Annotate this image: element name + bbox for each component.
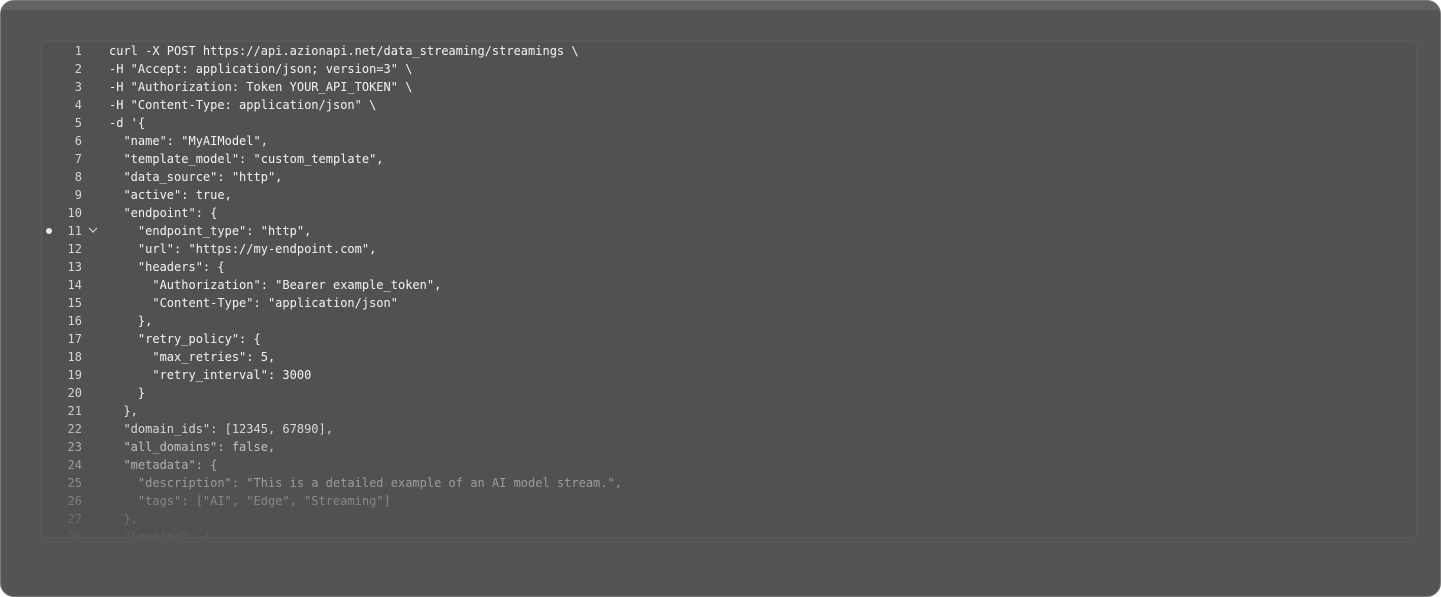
- line-number: 15: [67, 296, 82, 310]
- line-code: -H "Content-Type: application/json" \: [109, 98, 377, 112]
- code-line[interactable]: 2 -H "Accept: application/json; version=3…: [42, 60, 1416, 78]
- line-number: 25: [67, 476, 82, 490]
- line-code: "url": "https://my-endpoint.com",: [109, 242, 377, 256]
- line-number: 7: [74, 152, 82, 166]
- line-code: -H "Authorization: Token YOUR_API_TOKEN"…: [109, 80, 413, 94]
- line-code: "max_retries": 5,: [109, 350, 276, 364]
- code-line[interactable]: 19 "retry_interval": 3000: [42, 366, 1416, 384]
- code-line[interactable]: 21 },: [42, 402, 1416, 420]
- line-number: 20: [67, 386, 82, 400]
- line-code: "headers": {: [109, 260, 225, 274]
- line-code: "active": true,: [109, 188, 232, 202]
- line-number: 24: [67, 458, 82, 472]
- line-code: },: [109, 404, 138, 418]
- line-number: 17: [67, 332, 82, 346]
- line-number: 11: [67, 224, 82, 238]
- code-line[interactable]: 20 }: [42, 384, 1416, 402]
- code-line[interactable]: 7 "template_model": "custom_template",: [42, 150, 1416, 168]
- code-line[interactable]: 15 "Content-Type": "application/json": [42, 294, 1416, 312]
- line-code: "description": "This is a detailed examp…: [109, 476, 622, 490]
- line-number: 26: [67, 494, 82, 508]
- line-number: 4: [74, 98, 82, 112]
- line-code: "retry_interval": 3000: [109, 368, 312, 382]
- line-code: "template_model": "custom_template",: [109, 152, 384, 166]
- line-number: 2: [74, 62, 82, 76]
- line-code: -H "Accept: application/json; version=3"…: [109, 62, 413, 76]
- code-line[interactable]: 10 "endpoint": {: [42, 204, 1416, 222]
- code-line[interactable]: 13 "headers": {: [42, 258, 1416, 276]
- code-line[interactable]: 6 "name": "MyAIModel",: [42, 132, 1416, 150]
- code-editor[interactable]: 1 curl -X POST https://api.azionapi.net/d…: [41, 41, 1417, 538]
- line-code: "logging": {: [109, 530, 211, 538]
- line-number: 8: [74, 170, 82, 184]
- modified-dot-icon: [46, 228, 52, 234]
- line-code: "metadata": {: [109, 458, 218, 472]
- code-line[interactable]: 16 },: [42, 312, 1416, 330]
- line-number: 3: [74, 80, 82, 94]
- code-line[interactable]: 26 "tags": ["AI", "Edge", "Streaming"]: [42, 492, 1416, 510]
- line-code: },: [109, 512, 138, 526]
- line-code: "domain_ids": [12345, 67890],: [109, 422, 333, 436]
- line-code: "Authorization": "Bearer example_token",: [109, 278, 442, 292]
- window-frame: 1 curl -X POST https://api.azionapi.net/d…: [0, 0, 1441, 597]
- line-code: "name": "MyAIModel",: [109, 134, 268, 148]
- line-code: "tags": ["AI", "Edge", "Streaming"]: [109, 494, 391, 508]
- line-number: 14: [67, 278, 82, 292]
- fold-chevron-down-icon[interactable]: [87, 222, 99, 240]
- line-number: 16: [67, 314, 82, 328]
- line-number: 19: [67, 368, 82, 382]
- line-number: 10: [67, 206, 82, 220]
- code-line[interactable]: 11 "endpoint_type": "http",: [42, 222, 1416, 240]
- code-line[interactable]: 27 },: [42, 510, 1416, 528]
- code-lines: 1 curl -X POST https://api.azionapi.net/d…: [42, 42, 1416, 538]
- line-number: 9: [74, 188, 82, 202]
- code-line[interactable]: 24 "metadata": {: [42, 456, 1416, 474]
- code-line[interactable]: 9 "active": true,: [42, 186, 1416, 204]
- code-line[interactable]: 3 -H "Authorization: Token YOUR_API_TOKEN…: [42, 78, 1416, 96]
- line-code: }: [109, 386, 146, 400]
- line-code: },: [109, 314, 153, 328]
- line-code: "retry_policy": {: [109, 332, 261, 346]
- code-line[interactable]: 18 "max_retries": 5,: [42, 348, 1416, 366]
- code-line[interactable]: 23 "all_domains": false,: [42, 438, 1416, 456]
- code-line[interactable]: 12 "url": "https://my-endpoint.com",: [42, 240, 1416, 258]
- line-code: "endpoint": {: [109, 206, 218, 220]
- code-line[interactable]: 25 "description": "This is a detailed ex…: [42, 474, 1416, 492]
- line-number: 12: [67, 242, 82, 256]
- line-number: 5: [74, 116, 82, 130]
- code-line[interactable]: 5 -d '{: [42, 114, 1416, 132]
- code-line[interactable]: 8 "data_source": "http",: [42, 168, 1416, 186]
- line-number: 6: [74, 134, 82, 148]
- line-number: 21: [67, 404, 82, 418]
- code-line[interactable]: 14 "Authorization": "Bearer example_toke…: [42, 276, 1416, 294]
- line-number: 13: [67, 260, 82, 274]
- code-line[interactable]: 22 "domain_ids": [12345, 67890],: [42, 420, 1416, 438]
- code-line[interactable]: 17 "retry_policy": {: [42, 330, 1416, 348]
- line-code: -d '{: [109, 116, 146, 130]
- code-line[interactable]: 1 curl -X POST https://api.azionapi.net/d…: [42, 42, 1416, 60]
- line-code: "all_domains": false,: [109, 440, 276, 454]
- code-line[interactable]: 28 "logging": {: [42, 528, 1416, 538]
- line-number: 22: [67, 422, 82, 436]
- line-number: 27: [67, 512, 82, 526]
- line-code: "data_source": "http",: [109, 170, 283, 184]
- line-code: curl -X POST https://api.azionapi.net/da…: [109, 44, 579, 58]
- line-code: "Content-Type": "application/json": [109, 296, 398, 310]
- code-line[interactable]: 4 -H "Content-Type: application/json" \: [42, 96, 1416, 114]
- line-number: 18: [67, 350, 82, 364]
- line-number: 1: [74, 44, 82, 58]
- line-number: 23: [67, 440, 82, 454]
- line-code: "endpoint_type": "http",: [109, 224, 312, 238]
- line-number: 28: [67, 530, 82, 538]
